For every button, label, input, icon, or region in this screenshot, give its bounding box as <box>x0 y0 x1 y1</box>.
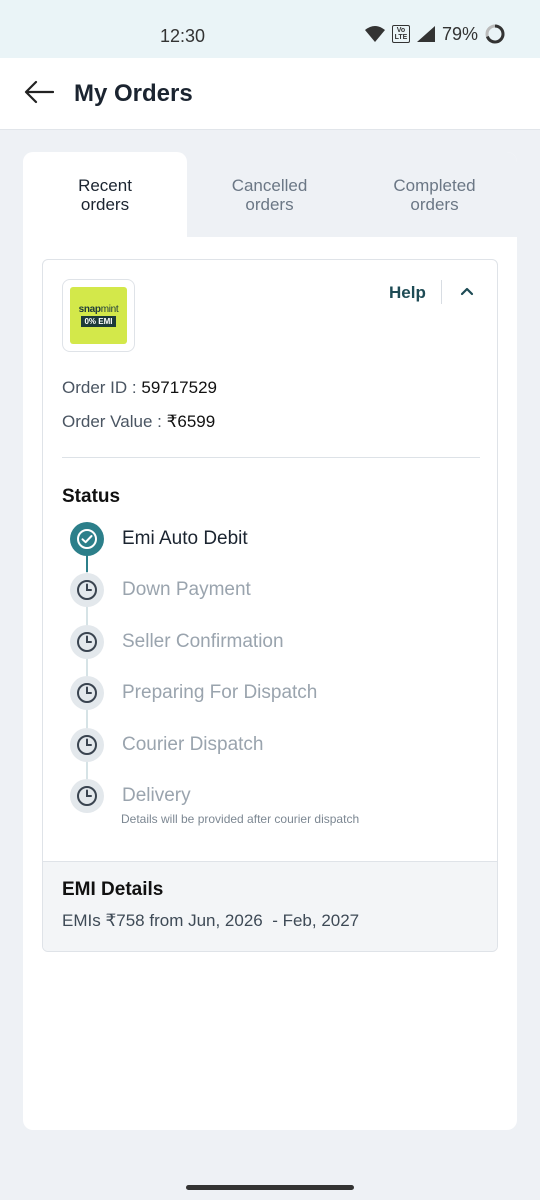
order-value: ₹6599 <box>166 412 216 431</box>
status-step-emi-auto-debit: Emi Auto Debit <box>70 522 490 556</box>
order-value-row: Order Value : ₹6599 <box>62 412 215 432</box>
status-title: Status <box>62 486 121 507</box>
tab-label: Cancelled orders <box>231 175 308 214</box>
logo-wordmark: snapmint <box>78 304 119 315</box>
page-title: My Orders <box>74 80 193 107</box>
wifi-icon <box>364 25 386 43</box>
emi-details-title: EMI Details <box>62 879 164 900</box>
order-tabs: Recent orders Cancelled orders Completed… <box>23 152 517 237</box>
emi-details-text: EMIs ₹758 from Jun, 2026 - Feb, 2027 <box>62 911 360 930</box>
status-step-courier-dispatch: Courier Dispatch <box>70 728 490 762</box>
tab-recent-orders[interactable]: Recent orders <box>23 152 187 237</box>
status-step-preparing-for-dispatch: Preparing For Dispatch <box>70 676 490 710</box>
status-step-seller-confirmation: Seller Confirmation <box>70 625 490 659</box>
back-arrow-icon <box>24 80 55 109</box>
step-label: Seller Confirmation <box>122 631 284 652</box>
clock-icon <box>70 573 104 607</box>
tab-label: Recent orders <box>78 175 132 214</box>
order-card: snapmint 0% EMI Help Order ID : 59717529… <box>42 259 498 952</box>
app-header: My Orders <box>0 58 540 130</box>
snapmint-logo: snapmint 0% EMI <box>70 287 127 344</box>
tab-cancelled-orders[interactable]: Cancelled orders <box>187 152 352 237</box>
step-label: Courier Dispatch <box>122 734 264 755</box>
separator <box>62 457 480 458</box>
step-label: Preparing For Dispatch <box>122 682 318 703</box>
clock-icon <box>70 625 104 659</box>
volte-icon: Vo LTE <box>391 25 410 43</box>
signal-icon <box>416 25 436 43</box>
back-button[interactable] <box>22 78 56 110</box>
clock-icon <box>70 779 104 813</box>
status-step-down-payment: Down Payment <box>70 573 490 607</box>
delivery-note: Details will be provided after courier d… <box>121 812 360 826</box>
order-value-label: Order Value : <box>62 412 162 431</box>
clock-icon <box>70 676 104 710</box>
tab-label: Completed orders <box>393 175 476 214</box>
collapse-button[interactable] <box>455 280 479 304</box>
emi-details-section: EMI Details EMIs ₹758 from Jun, 2026 - F… <box>43 861 497 951</box>
order-id-label: Order ID : <box>62 378 137 397</box>
battery-icon <box>484 23 506 45</box>
order-id-row: Order ID : 59717529 <box>62 378 217 398</box>
merchant-logo: snapmint 0% EMI <box>62 279 135 352</box>
status-bar: 12:30 Vo LTE 79% <box>0 0 540 58</box>
chevron-up-icon <box>460 283 474 301</box>
check-circle-icon <box>70 522 104 556</box>
tab-completed-orders[interactable]: Completed orders <box>352 152 517 237</box>
status-time: 12:30 <box>160 26 206 46</box>
logo-tag: 0% EMI <box>81 316 116 327</box>
order-id-value: 59717529 <box>141 378 217 397</box>
battery-percent: 79% <box>441 23 478 44</box>
help-link[interactable]: Help <box>389 283 426 303</box>
status-icons: Vo LTE 79% <box>364 23 506 45</box>
step-label: Delivery <box>122 785 191 806</box>
step-label: Down Payment <box>122 579 251 600</box>
step-label: Emi Auto Debit <box>122 528 248 549</box>
volte-label: Vo LTE <box>394 27 408 41</box>
divider <box>441 280 442 304</box>
status-step-delivery: Delivery <box>70 779 490 813</box>
home-indicator[interactable] <box>186 1185 354 1190</box>
clock-icon <box>70 728 104 762</box>
